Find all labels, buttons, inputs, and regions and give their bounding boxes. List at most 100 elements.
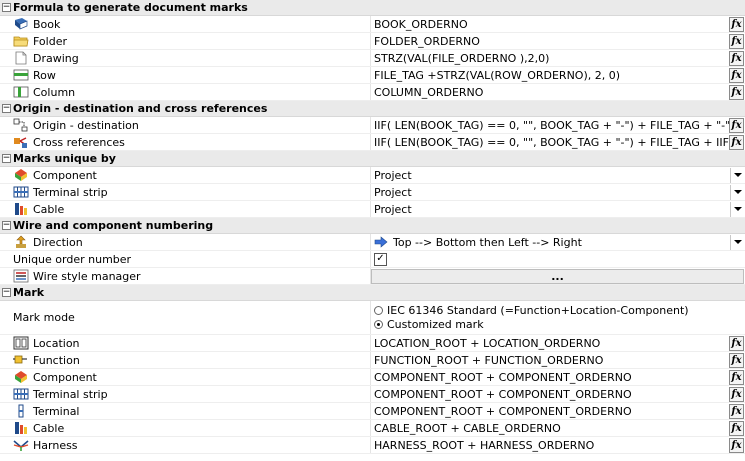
select-value[interactable]: Project	[371, 169, 730, 182]
select-value[interactable]: Project	[371, 203, 730, 216]
property-label-cell[interactable]: Component	[0, 167, 371, 183]
property-label-cell[interactable]: Wire style manager	[0, 268, 371, 284]
dropdown-arrow-icon[interactable]	[730, 201, 744, 217]
function-icon	[13, 353, 29, 367]
select-value[interactable]: Project	[371, 186, 730, 199]
formula-field[interactable]: COMPONENT_ROOT + COMPONENT_ORDERNO	[371, 405, 729, 418]
section-header-mark[interactable]: − Mark	[0, 285, 745, 301]
section-header-origin-destination-and-cross-references[interactable]: − Origin - destination and cross referenc…	[0, 101, 745, 117]
property-label-cell[interactable]: Cable	[0, 420, 371, 436]
collapse-toggle-icon[interactable]: −	[2, 288, 11, 297]
formula-editor-button[interactable]: fx	[729, 134, 744, 150]
wire-style-manager-button[interactable]: ...	[371, 268, 744, 284]
property-value-cell[interactable]: FOLDER_ORDERNO fx	[371, 33, 745, 49]
property-row-unique-order-number: Unique order number ✓	[0, 251, 745, 268]
formula-editor-button[interactable]: fx	[729, 33, 744, 49]
property-value-cell[interactable]: COLUMN_ORDERNO fx	[371, 84, 745, 100]
property-value-cell[interactable]: STRZ(VAL(FILE_ORDERNO ),2,0) fx	[371, 50, 745, 66]
formula-field[interactable]: COLUMN_ORDERNO	[371, 86, 729, 99]
formula-field[interactable]: CABLE_ROOT + CABLE_ORDERNO	[371, 422, 729, 435]
formula-editor-button[interactable]: fx	[729, 117, 744, 133]
property-value-cell[interactable]: Project	[371, 201, 745, 217]
component-icon	[13, 370, 29, 384]
property-value-cell[interactable]: Top --> Bottom then Left --> Right	[371, 234, 745, 250]
property-label-cell[interactable]: Function	[0, 352, 371, 368]
property-label-cell[interactable]: Mark mode	[0, 301, 371, 334]
formula-field[interactable]: LOCATION_ROOT + LOCATION_ORDERNO	[371, 337, 729, 350]
property-label-cell[interactable]: Column	[0, 84, 371, 100]
property-label-cell[interactable]: Unique order number	[0, 251, 371, 267]
formula-editor-button[interactable]: fx	[729, 16, 744, 32]
property-label-cell[interactable]: Cross references	[0, 134, 371, 150]
section-header-formula-to-generate-document-marks[interactable]: − Formula to generate document marks	[0, 0, 745, 16]
property-value-cell[interactable]: Project	[371, 167, 745, 183]
property-label-cell[interactable]: Origin - destination	[0, 117, 371, 133]
formula-field[interactable]: STRZ(VAL(FILE_ORDERNO ),2,0)	[371, 52, 729, 65]
formula-editor-button[interactable]: fx	[729, 437, 744, 453]
formula-field[interactable]: FOLDER_ORDERNO	[371, 35, 729, 48]
formula-editor-button[interactable]: fx	[729, 335, 744, 351]
collapse-toggle-icon[interactable]: −	[2, 154, 11, 163]
formula-editor-button[interactable]: fx	[729, 369, 744, 385]
select-value[interactable]: Top --> Bottom then Left --> Right	[393, 236, 730, 249]
formula-editor-button[interactable]: fx	[729, 50, 744, 66]
property-value-cell[interactable]: ✓	[371, 251, 745, 267]
formula-field[interactable]: IIF( LEN(BOOK_TAG) == 0, "", BOOK_TAG + …	[371, 119, 729, 132]
dropdown-arrow-icon[interactable]	[730, 234, 744, 250]
property-label: Column	[33, 85, 76, 99]
property-row-direction: Direction Top --> Bottom then Left --> Ri…	[0, 234, 745, 251]
radio-button[interactable]	[374, 306, 383, 315]
property-value-cell[interactable]: FUNCTION_ROOT + FUNCTION_ORDERNO fx	[371, 352, 745, 368]
cable-icon	[13, 421, 29, 435]
formula-editor-button[interactable]: fx	[729, 84, 744, 100]
formula-editor-button[interactable]: fx	[729, 403, 744, 419]
formula-field[interactable]: IIF( LEN(BOOK_TAG) == 0, "", BOOK_TAG + …	[371, 136, 729, 149]
section-header-marks-unique-by[interactable]: − Marks unique by	[0, 151, 745, 167]
property-label-cell[interactable]: Harness	[0, 437, 371, 453]
property-label-cell[interactable]: Cable	[0, 201, 371, 217]
dropdown-arrow-icon[interactable]	[730, 167, 744, 183]
radio-button[interactable]	[374, 320, 383, 329]
property-value-cell[interactable]: COMPONENT_ROOT + COMPONENT_ORDERNO fx	[371, 386, 745, 402]
property-label-cell[interactable]: Terminal	[0, 403, 371, 419]
property-value-cell[interactable]: CABLE_ROOT + CABLE_ORDERNO fx	[371, 420, 745, 436]
property-value-cell[interactable]: ...	[371, 268, 745, 284]
formula-field[interactable]: COMPONENT_ROOT + COMPONENT_ORDERNO	[371, 371, 729, 384]
property-label-cell[interactable]: Direction	[0, 234, 371, 250]
formula-editor-button[interactable]: fx	[729, 386, 744, 402]
dropdown-arrow-icon[interactable]	[730, 184, 744, 200]
property-value-cell[interactable]: HARNESS_ROOT + HARNESS_ORDERNO fx	[371, 437, 745, 453]
collapse-toggle-icon[interactable]: −	[2, 221, 11, 230]
unique-order-number-checkbox[interactable]: ✓	[374, 252, 387, 266]
property-label-cell[interactable]: Component	[0, 369, 371, 385]
formula-field[interactable]: BOOK_ORDERNO	[371, 18, 729, 31]
property-label-cell[interactable]: Terminal strip	[0, 184, 371, 200]
property-value-cell[interactable]: COMPONENT_ROOT + COMPONENT_ORDERNO fx	[371, 369, 745, 385]
property-value-cell[interactable]: IIF( LEN(BOOK_TAG) == 0, "", BOOK_TAG + …	[371, 117, 745, 133]
property-label-cell[interactable]: Row	[0, 67, 371, 83]
property-value-cell[interactable]: IIF( LEN(BOOK_TAG) == 0, "", BOOK_TAG + …	[371, 134, 745, 150]
property-value-cell[interactable]: LOCATION_ROOT + LOCATION_ORDERNO fx	[371, 335, 745, 351]
property-label-cell[interactable]: Folder	[0, 33, 371, 49]
section-header-wire-and-component-numbering[interactable]: − Wire and component numbering	[0, 218, 745, 234]
formula-editor-button[interactable]: fx	[729, 352, 744, 368]
radio-option[interactable]: IEC 61346 Standard (=Function+Location-C…	[374, 304, 689, 318]
radio-option[interactable]: Customized mark	[374, 318, 689, 332]
collapse-toggle-icon[interactable]: −	[2, 3, 11, 12]
property-label-cell[interactable]: Drawing	[0, 50, 371, 66]
property-label-cell[interactable]: Terminal strip	[0, 386, 371, 402]
property-value-cell[interactable]: Project	[371, 184, 745, 200]
formula-field[interactable]: FUNCTION_ROOT + FUNCTION_ORDERNO	[371, 354, 729, 367]
property-value-cell[interactable]: BOOK_ORDERNO fx	[371, 16, 745, 32]
property-value-cell[interactable]: FILE_TAG +STRZ(VAL(ROW_ORDERNO), 2, 0) fx	[371, 67, 745, 83]
property-value-cell[interactable]: IEC 61346 Standard (=Function+Location-C…	[371, 301, 745, 334]
property-label-cell[interactable]: Book	[0, 16, 371, 32]
formula-editor-button[interactable]: fx	[729, 67, 744, 83]
collapse-toggle-icon[interactable]: −	[2, 104, 11, 113]
formula-field[interactable]: FILE_TAG +STRZ(VAL(ROW_ORDERNO), 2, 0)	[371, 69, 729, 82]
formula-field[interactable]: COMPONENT_ROOT + COMPONENT_ORDERNO	[371, 388, 729, 401]
formula-editor-button[interactable]: fx	[729, 420, 744, 436]
property-label-cell[interactable]: Location	[0, 335, 371, 351]
formula-field[interactable]: HARNESS_ROOT + HARNESS_ORDERNO	[371, 439, 729, 452]
property-value-cell[interactable]: COMPONENT_ROOT + COMPONENT_ORDERNO fx	[371, 403, 745, 419]
